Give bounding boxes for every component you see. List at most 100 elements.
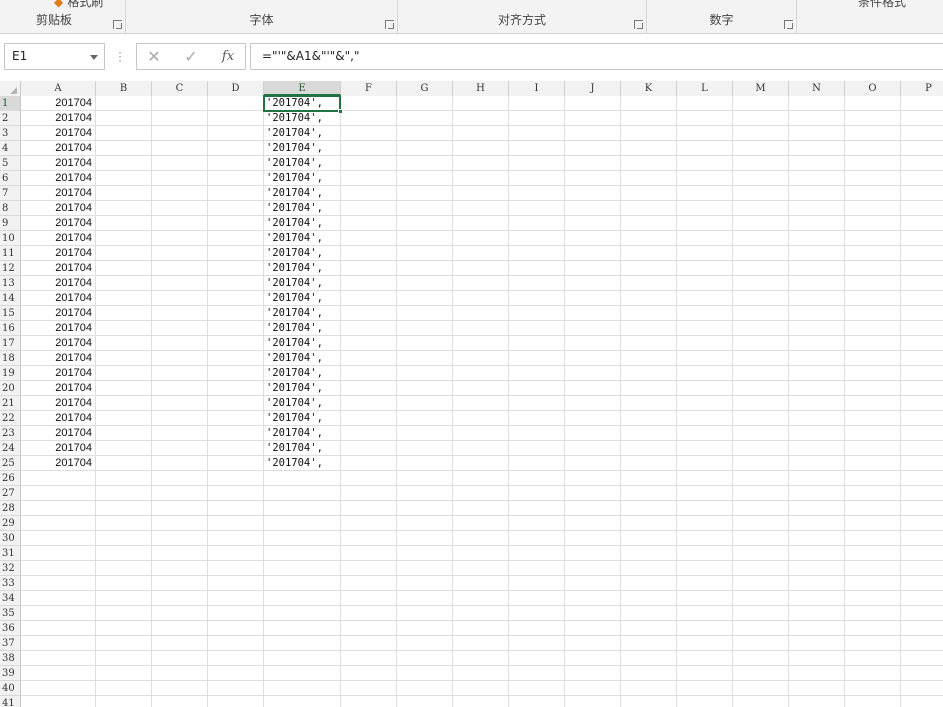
column-header-e[interactable]: E [264,81,341,96]
row-header-17[interactable]: 17 [0,336,21,351]
row-header-30[interactable]: 30 [0,531,21,546]
cell-a7[interactable]: 201704 [21,186,95,201]
cell-e25[interactable]: '201704', [264,456,340,471]
cell-a3[interactable]: 201704 [21,126,95,141]
cell-e21[interactable]: '201704', [264,396,340,411]
cell-a18[interactable]: 201704 [21,351,95,366]
select-all-corner[interactable] [0,81,21,96]
row-header-18[interactable]: 18 [0,351,21,366]
chevron-down-icon[interactable] [90,55,98,60]
cell-a19[interactable]: 201704 [21,366,95,381]
row-header-25[interactable]: 25 [0,456,21,471]
column-header-n[interactable]: N [789,81,845,96]
row-header-15[interactable]: 15 [0,306,21,321]
row-header-21[interactable]: 21 [0,396,21,411]
cell-e4[interactable]: '201704', [264,141,340,156]
cell-a11[interactable]: 201704 [21,246,95,261]
cell-e17[interactable]: '201704', [264,336,340,351]
insert-function-icon[interactable]: fx [215,44,241,69]
cell-a16[interactable]: 201704 [21,321,95,336]
cell-a5[interactable]: 201704 [21,156,95,171]
column-header-i[interactable]: I [509,81,565,96]
cell-a15[interactable]: 201704 [21,306,95,321]
cell-e18[interactable]: '201704', [264,351,340,366]
row-header-37[interactable]: 37 [0,636,21,651]
row-header-34[interactable]: 34 [0,591,21,606]
row-header-11[interactable]: 11 [0,246,21,261]
conditional-format-label[interactable]: 条件格式 [858,0,906,10]
cancel-icon[interactable]: ✕ [141,44,167,69]
column-header-f[interactable]: F [341,81,397,96]
row-header-31[interactable]: 31 [0,546,21,561]
cell-e9[interactable]: '201704', [264,216,340,231]
cell-a2[interactable]: 201704 [21,111,95,126]
cell-a12[interactable]: 201704 [21,261,95,276]
cell-a6[interactable]: 201704 [21,171,95,186]
cell-e7[interactable]: '201704', [264,186,340,201]
name-box[interactable]: E1 [4,43,105,70]
row-header-24[interactable]: 24 [0,441,21,456]
row-header-10[interactable]: 10 [0,231,21,246]
dialog-launcher-icon[interactable] [385,20,394,29]
formula-input[interactable]: ="'"&A1&"'"&"," [250,43,943,70]
cell-a24[interactable]: 201704 [21,441,95,456]
row-header-29[interactable]: 29 [0,516,21,531]
cell-area[interactable]: 201704 201704 201704 201704 201704 201704 2017… [21,95,943,707]
cell-e10[interactable]: '201704', [264,231,340,246]
cell-e8[interactable]: '201704', [264,201,340,216]
dialog-launcher-icon[interactable] [634,20,643,29]
cell-e6[interactable]: '201704', [264,171,340,186]
row-header-6[interactable]: 6 [0,171,21,186]
row-header-7[interactable]: 7 [0,186,21,201]
cell-a4[interactable]: 201704 [21,141,95,156]
cell-a25[interactable]: 201704 [21,456,95,471]
cell-e16[interactable]: '201704', [264,321,340,336]
column-header-m[interactable]: M [733,81,789,96]
cell-e3[interactable]: '201704', [264,126,340,141]
row-header-20[interactable]: 20 [0,381,21,396]
column-header-g[interactable]: G [397,81,453,96]
row-header-41[interactable]: 41 [0,696,21,707]
cell-a1[interactable]: 201704 [21,96,95,111]
row-header-3[interactable]: 3 [0,126,21,141]
column-header-b[interactable]: B [96,81,152,96]
cell-a10[interactable]: 201704 [21,231,95,246]
row-header-38[interactable]: 38 [0,651,21,666]
cell-e13[interactable]: '201704', [264,276,340,291]
row-header-27[interactable]: 27 [0,486,21,501]
row-header-28[interactable]: 28 [0,501,21,516]
row-header-5[interactable]: 5 [0,156,21,171]
column-header-a[interactable]: A [21,81,96,96]
column-header-d[interactable]: D [208,81,264,96]
column-header-l[interactable]: L [677,81,733,96]
row-header-14[interactable]: 14 [0,291,21,306]
row-header-4[interactable]: 4 [0,141,21,156]
cell-a13[interactable]: 201704 [21,276,95,291]
row-header-33[interactable]: 33 [0,576,21,591]
cell-e5[interactable]: '201704', [264,156,340,171]
dialog-launcher-icon[interactable] [113,20,122,29]
row-header-26[interactable]: 26 [0,471,21,486]
row-header-2[interactable]: 2 [0,111,21,126]
cell-e20[interactable]: '201704', [264,381,340,396]
row-header-8[interactable]: 8 [0,201,21,216]
cell-a20[interactable]: 201704 [21,381,95,396]
cell-a9[interactable]: 201704 [21,216,95,231]
dialog-launcher-icon[interactable] [784,20,793,29]
cell-a21[interactable]: 201704 [21,396,95,411]
cell-e14[interactable]: '201704', [264,291,340,306]
cell-a23[interactable]: 201704 [21,426,95,441]
row-header-12[interactable]: 12 [0,261,21,276]
cell-e24[interactable]: '201704', [264,441,340,456]
column-header-o[interactable]: O [845,81,901,96]
row-header-9[interactable]: 9 [0,216,21,231]
row-header-19[interactable]: 19 [0,366,21,381]
row-header-16[interactable]: 16 [0,321,21,336]
cell-a17[interactable]: 201704 [21,336,95,351]
cell-e23[interactable]: '201704', [264,426,340,441]
cell-e11[interactable]: '201704', [264,246,340,261]
row-header-36[interactable]: 36 [0,621,21,636]
row-header-23[interactable]: 23 [0,426,21,441]
row-header-35[interactable]: 35 [0,606,21,621]
column-header-k[interactable]: K [621,81,677,96]
